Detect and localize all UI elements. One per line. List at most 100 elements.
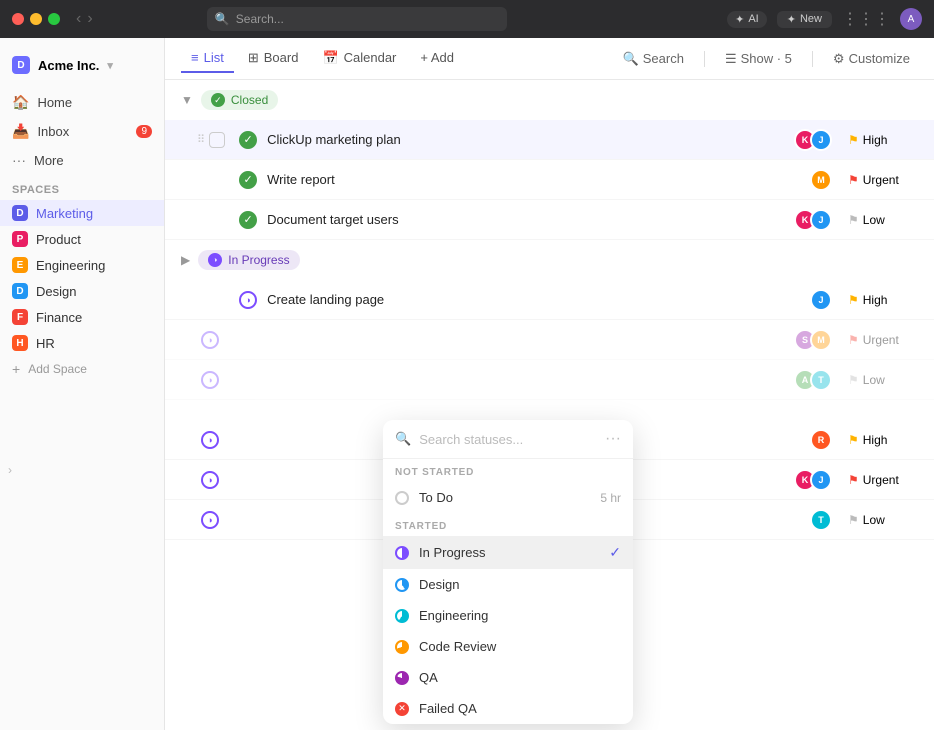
minimize-dot[interactable] (30, 13, 42, 25)
table-row[interactable]: ⠿ ✓ Write report M ⚑ Urgent (165, 160, 934, 200)
table-row[interactable]: ◑ S M ⚑ Urgent (165, 320, 934, 360)
inprogress-item-label: In Progress (419, 545, 485, 560)
task-name: Create landing page (267, 292, 810, 307)
inprogress-task-icon: ◑ (201, 511, 219, 529)
task-avatars: K J (794, 209, 832, 231)
add-space-button[interactable]: + Add Space (0, 356, 164, 382)
priority-badge: ⚑ Low (848, 213, 918, 227)
priority-badge: ⚑ High (848, 433, 918, 447)
add-view-button[interactable]: + Add (410, 44, 464, 73)
search-icon: 🔍 (623, 51, 639, 67)
priority-badge: ⚑ Low (848, 373, 918, 387)
task-status-icon[interactable]: ✓ (239, 211, 257, 229)
sidebar-item-marketing[interactable]: D Marketing (0, 200, 164, 226)
task-checkbox[interactable] (209, 132, 225, 148)
search-label: Search (643, 51, 684, 66)
task-status-icon[interactable]: ✓ (239, 171, 257, 189)
table-row[interactable]: ⠿ ◑ Create landing page J ⚑ High (165, 280, 934, 320)
inprogress-task-icon: ◑ (201, 471, 219, 489)
task-avatars: A T (794, 369, 832, 391)
avatar: M (810, 169, 832, 191)
back-icon[interactable]: ‹ (76, 10, 81, 28)
row-left: ⠿ (197, 172, 235, 188)
flag-icon: ⚑ (848, 333, 859, 347)
task-status-icon[interactable]: ✓ (239, 131, 257, 149)
todo-status-icon (395, 491, 409, 505)
sidebar-item-engineering[interactable]: E Engineering (0, 252, 164, 278)
table-row[interactable]: ⠿ ✓ ClickUp marketing plan K J ⚑ High (165, 120, 934, 160)
engineering-status-icon (395, 609, 409, 623)
list-item[interactable]: Code Review (383, 631, 633, 662)
forward-icon[interactable]: › (87, 10, 92, 28)
qa-status-icon (395, 671, 409, 685)
content-nav: ≡ List ⊞ Board 📅 Calendar + Add 🔍 Search (165, 38, 934, 80)
list-item[interactable]: Design (383, 569, 633, 600)
sidebar-item-product[interactable]: P Product (0, 226, 164, 252)
priority-badge: ⚑ Urgent (848, 173, 918, 187)
sidebar-collapse-icon[interactable]: › (8, 463, 12, 477)
org-name[interactable]: D Acme Inc. ▾ (0, 50, 164, 80)
avatar: J (810, 129, 832, 151)
closed-section-header[interactable]: ▼ ✓ Closed (165, 80, 934, 120)
customize-button[interactable]: ⚙ Customize (825, 47, 918, 71)
list-item[interactable]: Engineering (383, 600, 633, 631)
list-item[interactable]: To Do 5 hr (383, 482, 633, 513)
avatar: T (810, 369, 832, 391)
inprogress-section-header[interactable]: ▶ ◑ In Progress (165, 240, 934, 280)
started-label: STARTED (383, 513, 633, 536)
list-item[interactable]: ✕ Failed QA (383, 693, 633, 724)
sidebar-inbox-label: Inbox (37, 124, 69, 139)
closed-chevron-icon: ▼ (181, 93, 193, 107)
global-search-bar[interactable]: 🔍 Search... (207, 7, 507, 31)
sidebar-item-design[interactable]: D Design (0, 278, 164, 304)
grid-icon[interactable]: ⋮⋮⋮ (842, 9, 890, 29)
task-status-icon: ◑ (201, 371, 219, 389)
sidebar-item-home[interactable]: 🏠 Home (0, 88, 164, 117)
dropdown-search-input[interactable] (419, 432, 597, 447)
status-dropdown: 🔍 ··· NOT STARTED To Do 5 hr STARTED In … (383, 420, 633, 724)
new-button[interactable]: ✦ New (777, 11, 832, 28)
list-item[interactable]: QA (383, 662, 633, 693)
avatar: J (810, 469, 832, 491)
closed-check-icon: ✓ (211, 93, 225, 107)
sidebar-item-finance[interactable]: F Finance (0, 304, 164, 330)
flag-icon: ⚑ (848, 213, 859, 227)
nav-arrows[interactable]: ‹ › (76, 10, 93, 28)
sidebar: D Acme Inc. ▾ 🏠 Home 📥 Inbox 9 ··· More … (0, 38, 165, 730)
design-label: Design (36, 284, 76, 299)
table-row[interactable]: ◑ A T ⚑ Low (165, 360, 934, 400)
maximize-dot[interactable] (48, 13, 60, 25)
closed-icon: ✓ (239, 211, 257, 229)
sidebar-item-inbox[interactable]: 📥 Inbox 9 (0, 117, 164, 146)
show-button[interactable]: ☰ Show · 5 (717, 47, 800, 71)
user-avatar[interactable]: A (900, 8, 922, 30)
tab-board[interactable]: ⊞ Board (238, 44, 309, 74)
org-chevron-icon: ▾ (107, 59, 113, 72)
task-status-icon: ◑ (201, 431, 219, 449)
task-avatars: T (810, 509, 832, 531)
priority-badge: ⚑ Urgent (848, 333, 918, 347)
show-icon: ☰ (725, 51, 737, 67)
sidebar-item-hr[interactable]: H HR (0, 330, 164, 356)
table-row[interactable]: ⠿ ✓ Document target users K J ⚑ Low (165, 200, 934, 240)
tab-list[interactable]: ≡ List (181, 44, 234, 73)
priority-label: Urgent (863, 333, 899, 347)
priority-label: Urgent (863, 473, 899, 487)
window-controls[interactable] (12, 13, 60, 25)
inprogress-icon: ◑ (208, 253, 222, 267)
engineering-item-label: Engineering (419, 608, 488, 623)
priority-label: High (863, 133, 888, 147)
tab-calendar[interactable]: 📅 Calendar (312, 44, 406, 74)
ai-badge[interactable]: ✦ AI (727, 11, 767, 28)
priority-badge: ⚑ High (848, 133, 918, 147)
dropdown-more-icon[interactable]: ··· (605, 430, 621, 448)
flag-icon: ⚑ (848, 293, 859, 307)
avatar: R (810, 429, 832, 451)
task-status-icon[interactable]: ◑ (239, 291, 257, 309)
sidebar-item-more[interactable]: ··· More (0, 146, 164, 174)
dropdown-search-bar[interactable]: 🔍 ··· (383, 420, 633, 459)
close-dot[interactable] (12, 13, 24, 25)
marketing-label: Marketing (36, 206, 93, 221)
search-button[interactable]: 🔍 Search (615, 47, 692, 71)
list-item[interactable]: In Progress ✓ (383, 536, 633, 569)
